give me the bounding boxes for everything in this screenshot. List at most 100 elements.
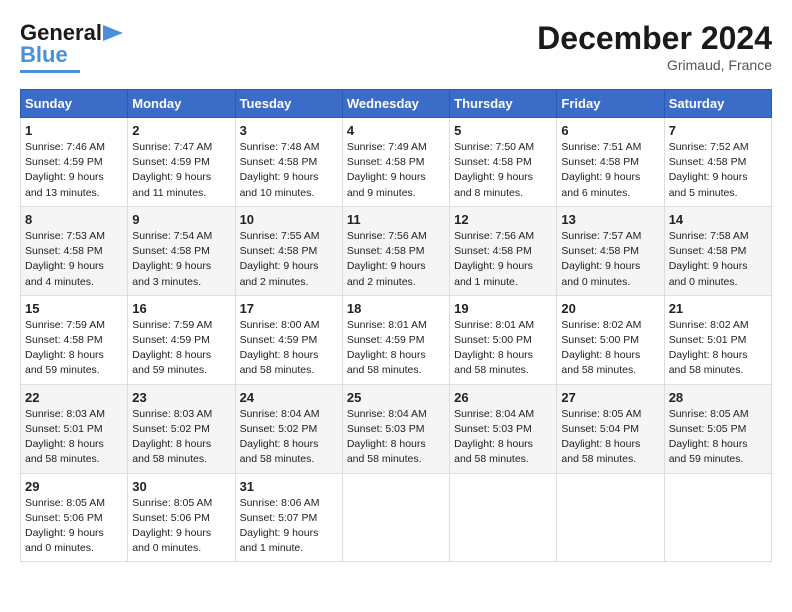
day-number: 14: [669, 212, 767, 227]
calendar-cell: 8 Sunrise: 7:53 AM Sunset: 4:58 PM Dayli…: [21, 206, 128, 295]
day-info: Sunrise: 7:46 AM Sunset: 4:59 PM Dayligh…: [25, 140, 123, 201]
day-number: 12: [454, 212, 552, 227]
day-number: 9: [132, 212, 230, 227]
calendar-cell: 20 Sunrise: 8:02 AM Sunset: 5:00 PM Dayl…: [557, 295, 664, 384]
calendar-cell: 10 Sunrise: 7:55 AM Sunset: 4:58 PM Dayl…: [235, 206, 342, 295]
calendar-cell: 15 Sunrise: 7:59 AM Sunset: 4:58 PM Dayl…: [21, 295, 128, 384]
day-number: 31: [240, 479, 338, 494]
calendar-table: Sunday Monday Tuesday Wednesday Thursday…: [20, 89, 772, 562]
day-info: Sunrise: 7:53 AM Sunset: 4:58 PM Dayligh…: [25, 229, 123, 290]
day-info: Sunrise: 8:04 AM Sunset: 5:03 PM Dayligh…: [347, 407, 445, 468]
col-sunday: Sunday: [21, 90, 128, 118]
day-info: Sunrise: 8:00 AM Sunset: 4:59 PM Dayligh…: [240, 318, 338, 379]
col-friday: Friday: [557, 90, 664, 118]
day-info: Sunrise: 7:56 AM Sunset: 4:58 PM Dayligh…: [347, 229, 445, 290]
calendar-cell: 16 Sunrise: 7:59 AM Sunset: 4:59 PM Dayl…: [128, 295, 235, 384]
calendar-cell: 31 Sunrise: 8:06 AM Sunset: 5:07 PM Dayl…: [235, 473, 342, 562]
col-thursday: Thursday: [450, 90, 557, 118]
calendar-row: 1 Sunrise: 7:46 AM Sunset: 4:59 PM Dayli…: [21, 118, 772, 207]
day-number: 1: [25, 123, 123, 138]
day-number: 2: [132, 123, 230, 138]
logo-arrow-icon: [103, 25, 123, 41]
calendar-cell: [342, 473, 449, 562]
calendar-cell: 13 Sunrise: 7:57 AM Sunset: 4:58 PM Dayl…: [557, 206, 664, 295]
day-info: Sunrise: 7:58 AM Sunset: 4:58 PM Dayligh…: [669, 229, 767, 290]
logo-blue: Blue: [20, 42, 68, 68]
day-info: Sunrise: 7:57 AM Sunset: 4:58 PM Dayligh…: [561, 229, 659, 290]
calendar-cell: [450, 473, 557, 562]
day-info: Sunrise: 8:05 AM Sunset: 5:04 PM Dayligh…: [561, 407, 659, 468]
calendar-cell: 3 Sunrise: 7:48 AM Sunset: 4:58 PM Dayli…: [235, 118, 342, 207]
day-number: 22: [25, 390, 123, 405]
calendar-cell: 25 Sunrise: 8:04 AM Sunset: 5:03 PM Dayl…: [342, 384, 449, 473]
calendar-cell: 23 Sunrise: 8:03 AM Sunset: 5:02 PM Dayl…: [128, 384, 235, 473]
calendar-row: 15 Sunrise: 7:59 AM Sunset: 4:58 PM Dayl…: [21, 295, 772, 384]
header: General Blue December 2024 Grimaud, Fran…: [20, 20, 772, 73]
day-info: Sunrise: 7:59 AM Sunset: 4:59 PM Dayligh…: [132, 318, 230, 379]
day-info: Sunrise: 8:01 AM Sunset: 4:59 PM Dayligh…: [347, 318, 445, 379]
day-number: 24: [240, 390, 338, 405]
col-tuesday: Tuesday: [235, 90, 342, 118]
day-number: 23: [132, 390, 230, 405]
calendar-cell: 26 Sunrise: 8:04 AM Sunset: 5:03 PM Dayl…: [450, 384, 557, 473]
location: Grimaud, France: [537, 57, 772, 73]
day-number: 16: [132, 301, 230, 316]
calendar-cell: 4 Sunrise: 7:49 AM Sunset: 4:58 PM Dayli…: [342, 118, 449, 207]
calendar-cell: 28 Sunrise: 8:05 AM Sunset: 5:05 PM Dayl…: [664, 384, 771, 473]
calendar-cell: 5 Sunrise: 7:50 AM Sunset: 4:58 PM Dayli…: [450, 118, 557, 207]
day-info: Sunrise: 7:52 AM Sunset: 4:58 PM Dayligh…: [669, 140, 767, 201]
day-info: Sunrise: 8:05 AM Sunset: 5:05 PM Dayligh…: [669, 407, 767, 468]
calendar-row: 29 Sunrise: 8:05 AM Sunset: 5:06 PM Dayl…: [21, 473, 772, 562]
calendar-cell: 12 Sunrise: 7:56 AM Sunset: 4:58 PM Dayl…: [450, 206, 557, 295]
day-info: Sunrise: 8:02 AM Sunset: 5:00 PM Dayligh…: [561, 318, 659, 379]
day-number: 15: [25, 301, 123, 316]
day-number: 17: [240, 301, 338, 316]
day-info: Sunrise: 8:06 AM Sunset: 5:07 PM Dayligh…: [240, 496, 338, 557]
day-info: Sunrise: 8:04 AM Sunset: 5:02 PM Dayligh…: [240, 407, 338, 468]
calendar-cell: 14 Sunrise: 7:58 AM Sunset: 4:58 PM Dayl…: [664, 206, 771, 295]
day-number: 4: [347, 123, 445, 138]
calendar-cell: 2 Sunrise: 7:47 AM Sunset: 4:59 PM Dayli…: [128, 118, 235, 207]
day-info: Sunrise: 8:05 AM Sunset: 5:06 PM Dayligh…: [25, 496, 123, 557]
calendar-cell: 22 Sunrise: 8:03 AM Sunset: 5:01 PM Dayl…: [21, 384, 128, 473]
day-number: 11: [347, 212, 445, 227]
day-number: 28: [669, 390, 767, 405]
calendar-cell: 21 Sunrise: 8:02 AM Sunset: 5:01 PM Dayl…: [664, 295, 771, 384]
calendar-cell: 17 Sunrise: 8:00 AM Sunset: 4:59 PM Dayl…: [235, 295, 342, 384]
month-title: December 2024: [537, 20, 772, 57]
day-number: 6: [561, 123, 659, 138]
title-area: December 2024 Grimaud, France: [537, 20, 772, 73]
day-number: 27: [561, 390, 659, 405]
day-info: Sunrise: 7:54 AM Sunset: 4:58 PM Dayligh…: [132, 229, 230, 290]
calendar-cell: 11 Sunrise: 7:56 AM Sunset: 4:58 PM Dayl…: [342, 206, 449, 295]
day-info: Sunrise: 7:47 AM Sunset: 4:59 PM Dayligh…: [132, 140, 230, 201]
calendar-cell: 18 Sunrise: 8:01 AM Sunset: 4:59 PM Dayl…: [342, 295, 449, 384]
calendar-cell: [557, 473, 664, 562]
day-info: Sunrise: 7:56 AM Sunset: 4:58 PM Dayligh…: [454, 229, 552, 290]
day-info: Sunrise: 7:49 AM Sunset: 4:58 PM Dayligh…: [347, 140, 445, 201]
day-info: Sunrise: 8:03 AM Sunset: 5:02 PM Dayligh…: [132, 407, 230, 468]
day-info: Sunrise: 7:51 AM Sunset: 4:58 PM Dayligh…: [561, 140, 659, 201]
logo: General Blue: [20, 20, 123, 73]
day-number: 20: [561, 301, 659, 316]
col-wednesday: Wednesday: [342, 90, 449, 118]
day-number: 3: [240, 123, 338, 138]
calendar-cell: 6 Sunrise: 7:51 AM Sunset: 4:58 PM Dayli…: [557, 118, 664, 207]
calendar-cell: 7 Sunrise: 7:52 AM Sunset: 4:58 PM Dayli…: [664, 118, 771, 207]
day-number: 26: [454, 390, 552, 405]
day-info: Sunrise: 8:03 AM Sunset: 5:01 PM Dayligh…: [25, 407, 123, 468]
day-info: Sunrise: 8:04 AM Sunset: 5:03 PM Dayligh…: [454, 407, 552, 468]
day-number: 30: [132, 479, 230, 494]
calendar-cell: 29 Sunrise: 8:05 AM Sunset: 5:06 PM Dayl…: [21, 473, 128, 562]
day-info: Sunrise: 7:59 AM Sunset: 4:58 PM Dayligh…: [25, 318, 123, 379]
day-info: Sunrise: 7:50 AM Sunset: 4:58 PM Dayligh…: [454, 140, 552, 201]
day-number: 10: [240, 212, 338, 227]
calendar-cell: 1 Sunrise: 7:46 AM Sunset: 4:59 PM Dayli…: [21, 118, 128, 207]
logo-underline: [20, 70, 80, 73]
col-monday: Monday: [128, 90, 235, 118]
calendar-cell: [664, 473, 771, 562]
day-number: 25: [347, 390, 445, 405]
header-row: Sunday Monday Tuesday Wednesday Thursday…: [21, 90, 772, 118]
day-number: 18: [347, 301, 445, 316]
day-number: 13: [561, 212, 659, 227]
